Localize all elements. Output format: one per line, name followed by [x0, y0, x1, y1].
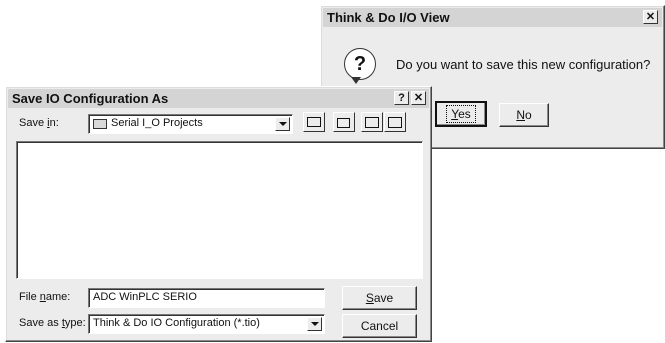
help-icon: ? — [398, 92, 405, 104]
file-name-value: ADC WinPLC SERIO — [93, 291, 197, 303]
question-icon-tail — [351, 77, 361, 84]
cancel-label: Cancel — [360, 319, 399, 333]
yes-focus-rect: Yes — [446, 105, 476, 123]
file-name-label-pre: File — [19, 291, 40, 303]
save-as-type-dropdown[interactable]: Think & Do IO Configuration (*.tio) — [88, 314, 325, 334]
close-icon: ✕ — [645, 11, 656, 23]
new-folder-icon — [337, 118, 350, 128]
confirm-dialog-titlebar: Think & Do I/O View ✕ — [323, 8, 662, 27]
chevron-down-icon[interactable] — [307, 317, 322, 331]
list-view-icon — [365, 117, 379, 128]
details-view-button[interactable] — [384, 112, 406, 132]
file-name-input[interactable]: ADC WinPLC SERIO — [88, 288, 325, 308]
save-in-label-pre: Save — [19, 117, 48, 129]
chevron-down-icon[interactable] — [275, 117, 290, 131]
details-view-icon — [388, 117, 402, 128]
yes-rest: es — [458, 107, 471, 121]
save-dialog-titlebar: Save IO Configuration As ? ✕ — [8, 89, 429, 108]
no-mnemonic: N — [516, 108, 525, 122]
save-dialog-title: Save IO Configuration As — [12, 91, 169, 106]
file-name-label-post: ame: — [45, 291, 71, 303]
save-as-type-label-post: ype: — [64, 317, 86, 329]
no-rest: o — [524, 108, 532, 122]
yes-button[interactable]: Yes — [435, 101, 487, 127]
cancel-button[interactable]: Cancel — [342, 314, 417, 338]
file-list-pane[interactable] — [16, 141, 423, 279]
save-in-value: Serial I_O Projects — [111, 117, 203, 129]
save-mnemonic: S — [365, 291, 374, 305]
save-rest: ave — [373, 291, 394, 305]
up-one-level-button[interactable] — [303, 112, 325, 132]
list-view-button[interactable] — [361, 112, 383, 132]
question-icon: ? — [344, 48, 376, 80]
save-close-button[interactable]: ✕ — [411, 91, 426, 105]
up-folder-icon — [307, 117, 321, 127]
save-in-label: Save in: — [19, 117, 59, 129]
save-button[interactable]: Save — [342, 286, 417, 310]
help-button[interactable]: ? — [394, 91, 409, 105]
save-dialog: Save IO Configuration As ? ✕ Save in: Se… — [5, 86, 432, 342]
confirm-message: Do you want to save this new configurati… — [396, 57, 651, 72]
close-icon: ✕ — [413, 92, 424, 104]
file-name-label: File name: — [19, 291, 70, 303]
save-as-type-value: Think & Do IO Configuration (*.tio) — [93, 317, 260, 329]
save-in-label-post: n: — [49, 117, 59, 129]
confirm-dialog-title: Think & Do I/O View — [327, 10, 450, 25]
question-glyph: ? — [353, 53, 367, 75]
folder-icon — [93, 119, 107, 129]
save-as-type-label: Save as type: — [19, 317, 86, 329]
save-as-type-label-pre: Save as — [19, 317, 62, 329]
no-button[interactable]: No — [499, 103, 549, 127]
confirm-close-button[interactable]: ✕ — [643, 10, 658, 24]
new-folder-button[interactable] — [333, 112, 355, 132]
save-in-dropdown[interactable]: Serial I_O Projects — [88, 114, 293, 134]
